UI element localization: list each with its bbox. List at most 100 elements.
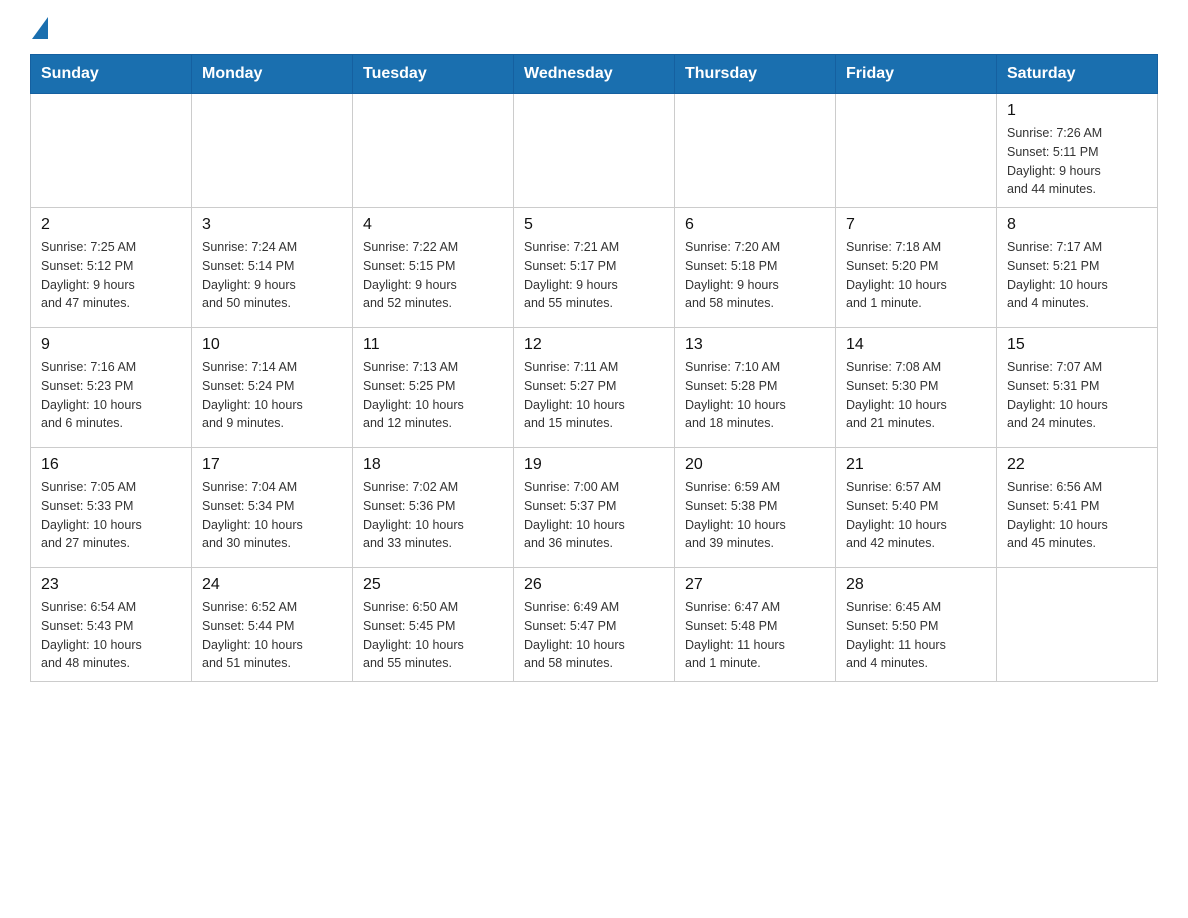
week-row-1: 1 Sunrise: 7:26 AMSunset: 5:11 PMDaylight… xyxy=(31,94,1158,208)
day-number: 14 xyxy=(846,336,986,354)
calendar-cell: 11Sunrise: 7:13 AMSunset: 5:25 PMDayligh… xyxy=(353,328,514,448)
day-number: 25 xyxy=(363,576,503,594)
day-info: Sunrise: 7:10 AMSunset: 5:28 PMDaylight:… xyxy=(685,358,825,433)
calendar-cell: 24 Sunrise: 6:52 AMSunset: 5:44 PMDayligh… xyxy=(192,568,353,682)
day-number: 26 xyxy=(524,576,664,594)
day-number: 6 xyxy=(685,216,825,234)
day-info: Sunrise: 6:57 AMSunset: 5:40 PMDaylight:… xyxy=(846,478,986,553)
day-number: 21 xyxy=(846,456,986,474)
day-info: Sunrise: 7:16 AMSunset: 5:23 PMDaylight:… xyxy=(41,358,181,433)
day-info: Sunrise: 6:54 AMSunset: 5:43 PMDaylight:… xyxy=(41,598,181,673)
calendar-cell: 17 Sunrise: 7:04 AMSunset: 5:34 PMDayligh… xyxy=(192,448,353,568)
weekday-header-saturday: Saturday xyxy=(997,55,1158,94)
calendar-cell: 10Sunrise: 7:14 AMSunset: 5:24 PMDayligh… xyxy=(192,328,353,448)
calendar-cell xyxy=(192,94,353,208)
calendar-cell xyxy=(514,94,675,208)
day-number: 3 xyxy=(202,216,342,234)
day-info: Sunrise: 6:59 AMSunset: 5:38 PMDaylight:… xyxy=(685,478,825,553)
day-info: Sunrise: 7:18 AMSunset: 5:20 PMDaylight:… xyxy=(846,238,986,313)
day-number: 12 xyxy=(524,336,664,354)
day-info: Sunrise: 7:00 AMSunset: 5:37 PMDaylight:… xyxy=(524,478,664,553)
week-row-4: 16 Sunrise: 7:05 AMSunset: 5:33 PMDayligh… xyxy=(31,448,1158,568)
calendar-cell xyxy=(31,94,192,208)
calendar-cell: 3 Sunrise: 7:24 AMSunset: 5:14 PMDaylight… xyxy=(192,208,353,328)
day-info: Sunrise: 7:26 AMSunset: 5:11 PMDaylight:… xyxy=(1007,124,1147,199)
day-info: Sunrise: 7:21 AMSunset: 5:17 PMDaylight:… xyxy=(524,238,664,313)
calendar-cell: 8 Sunrise: 7:17 AMSunset: 5:21 PMDaylight… xyxy=(997,208,1158,328)
day-info: Sunrise: 7:04 AMSunset: 5:34 PMDaylight:… xyxy=(202,478,342,553)
day-number: 17 xyxy=(202,456,342,474)
calendar-cell: 23Sunrise: 6:54 AMSunset: 5:43 PMDayligh… xyxy=(31,568,192,682)
day-number: 2 xyxy=(41,216,181,234)
day-number: 15 xyxy=(1007,336,1147,354)
calendar-cell: 14 Sunrise: 7:08 AMSunset: 5:30 PMDayligh… xyxy=(836,328,997,448)
calendar-cell: 13 Sunrise: 7:10 AMSunset: 5:28 PMDayligh… xyxy=(675,328,836,448)
day-number: 28 xyxy=(846,576,986,594)
week-row-5: 23Sunrise: 6:54 AMSunset: 5:43 PMDayligh… xyxy=(31,568,1158,682)
calendar-cell xyxy=(836,94,997,208)
page-header xyxy=(30,20,1158,36)
weekday-header-tuesday: Tuesday xyxy=(353,55,514,94)
calendar-cell: 9 Sunrise: 7:16 AMSunset: 5:23 PMDaylight… xyxy=(31,328,192,448)
weekday-header-friday: Friday xyxy=(836,55,997,94)
day-info: Sunrise: 7:05 AMSunset: 5:33 PMDaylight:… xyxy=(41,478,181,553)
weekday-header-wednesday: Wednesday xyxy=(514,55,675,94)
calendar-table: SundayMondayTuesdayWednesdayThursdayFrid… xyxy=(30,54,1158,682)
calendar-cell: 26 Sunrise: 6:49 AMSunset: 5:47 PMDayligh… xyxy=(514,568,675,682)
day-number: 24 xyxy=(202,576,342,594)
day-number: 1 xyxy=(1007,102,1147,120)
day-info: Sunrise: 6:50 AMSunset: 5:45 PMDaylight:… xyxy=(363,598,503,673)
calendar-cell: 6 Sunrise: 7:20 AMSunset: 5:18 PMDaylight… xyxy=(675,208,836,328)
day-number: 13 xyxy=(685,336,825,354)
calendar-cell: 22 Sunrise: 6:56 AMSunset: 5:41 PMDayligh… xyxy=(997,448,1158,568)
calendar-cell: 18 Sunrise: 7:02 AMSunset: 5:36 PMDayligh… xyxy=(353,448,514,568)
day-info: Sunrise: 6:49 AMSunset: 5:47 PMDaylight:… xyxy=(524,598,664,673)
calendar-cell: 1 Sunrise: 7:26 AMSunset: 5:11 PMDaylight… xyxy=(997,94,1158,208)
calendar-cell: 16 Sunrise: 7:05 AMSunset: 5:33 PMDayligh… xyxy=(31,448,192,568)
logo-arrow-icon xyxy=(32,17,48,39)
day-info: Sunrise: 6:45 AMSunset: 5:50 PMDaylight:… xyxy=(846,598,986,673)
day-number: 22 xyxy=(1007,456,1147,474)
weekday-header-monday: Monday xyxy=(192,55,353,94)
calendar-cell: 20 Sunrise: 6:59 AMSunset: 5:38 PMDayligh… xyxy=(675,448,836,568)
day-info: Sunrise: 7:08 AMSunset: 5:30 PMDaylight:… xyxy=(846,358,986,433)
day-number: 20 xyxy=(685,456,825,474)
day-info: Sunrise: 6:56 AMSunset: 5:41 PMDaylight:… xyxy=(1007,478,1147,553)
day-info: Sunrise: 7:25 AMSunset: 5:12 PMDaylight:… xyxy=(41,238,181,313)
weekday-header-row: SundayMondayTuesdayWednesdayThursdayFrid… xyxy=(31,55,1158,94)
calendar-cell xyxy=(997,568,1158,682)
day-info: Sunrise: 7:24 AMSunset: 5:14 PMDaylight:… xyxy=(202,238,342,313)
day-info: Sunrise: 7:20 AMSunset: 5:18 PMDaylight:… xyxy=(685,238,825,313)
calendar-cell: 5 Sunrise: 7:21 AMSunset: 5:17 PMDaylight… xyxy=(514,208,675,328)
day-number: 9 xyxy=(41,336,181,354)
day-number: 8 xyxy=(1007,216,1147,234)
logo xyxy=(30,20,48,36)
day-info: Sunrise: 7:02 AMSunset: 5:36 PMDaylight:… xyxy=(363,478,503,553)
calendar-cell: 7Sunrise: 7:18 AMSunset: 5:20 PMDaylight… xyxy=(836,208,997,328)
calendar-cell: 15 Sunrise: 7:07 AMSunset: 5:31 PMDayligh… xyxy=(997,328,1158,448)
week-row-2: 2 Sunrise: 7:25 AMSunset: 5:12 PMDaylight… xyxy=(31,208,1158,328)
weekday-header-sunday: Sunday xyxy=(31,55,192,94)
day-number: 16 xyxy=(41,456,181,474)
day-number: 11 xyxy=(363,336,503,354)
day-number: 19 xyxy=(524,456,664,474)
calendar-cell xyxy=(675,94,836,208)
day-info: Sunrise: 6:52 AMSunset: 5:44 PMDaylight:… xyxy=(202,598,342,673)
calendar-cell xyxy=(353,94,514,208)
week-row-3: 9 Sunrise: 7:16 AMSunset: 5:23 PMDaylight… xyxy=(31,328,1158,448)
day-info: Sunrise: 7:07 AMSunset: 5:31 PMDaylight:… xyxy=(1007,358,1147,433)
day-number: 18 xyxy=(363,456,503,474)
day-info: Sunrise: 6:47 AMSunset: 5:48 PMDaylight:… xyxy=(685,598,825,673)
day-info: Sunrise: 7:22 AMSunset: 5:15 PMDaylight:… xyxy=(363,238,503,313)
day-number: 5 xyxy=(524,216,664,234)
day-info: Sunrise: 7:14 AMSunset: 5:24 PMDaylight:… xyxy=(202,358,342,433)
calendar-cell: 27 Sunrise: 6:47 AMSunset: 5:48 PMDayligh… xyxy=(675,568,836,682)
weekday-header-thursday: Thursday xyxy=(675,55,836,94)
calendar-cell: 25 Sunrise: 6:50 AMSunset: 5:45 PMDayligh… xyxy=(353,568,514,682)
day-info: Sunrise: 7:17 AMSunset: 5:21 PMDaylight:… xyxy=(1007,238,1147,313)
calendar-cell: 12 Sunrise: 7:11 AMSunset: 5:27 PMDayligh… xyxy=(514,328,675,448)
day-info: Sunrise: 7:11 AMSunset: 5:27 PMDaylight:… xyxy=(524,358,664,433)
day-number: 4 xyxy=(363,216,503,234)
calendar-cell: 21 Sunrise: 6:57 AMSunset: 5:40 PMDayligh… xyxy=(836,448,997,568)
day-number: 27 xyxy=(685,576,825,594)
